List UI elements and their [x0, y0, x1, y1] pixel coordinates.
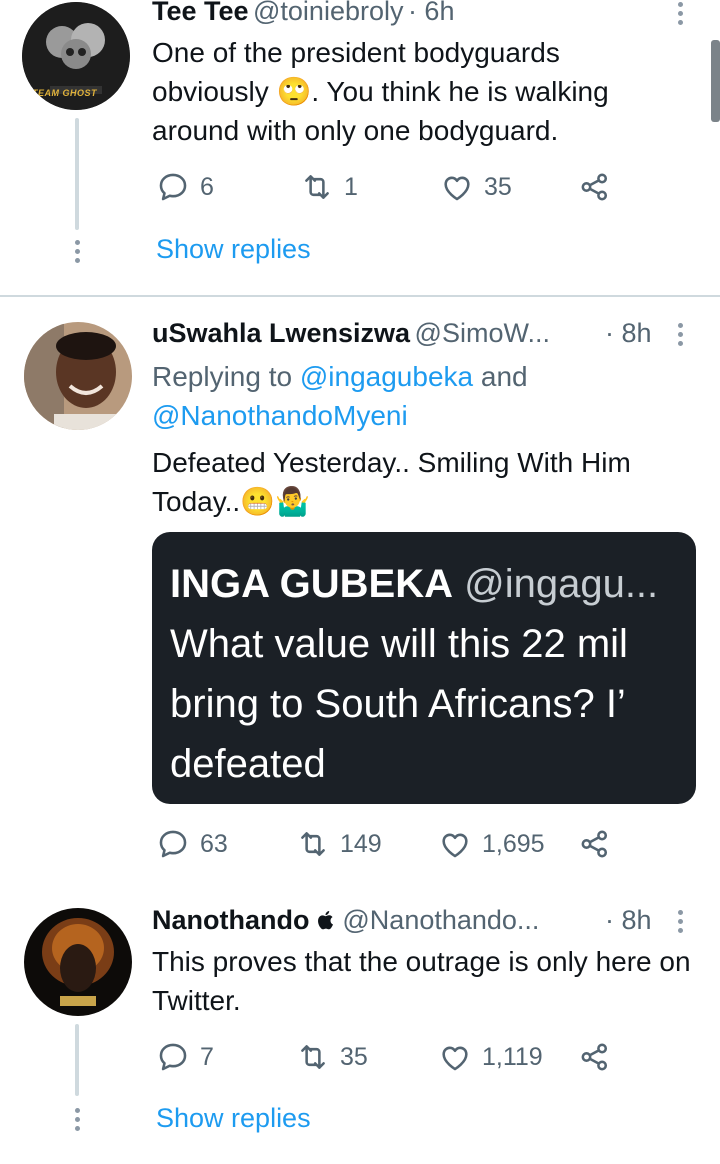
heart-icon [442, 833, 468, 858]
thread-more-dots-icon [75, 1108, 81, 1135]
thread-line [75, 118, 79, 230]
mention-nanothandomyeni[interactable]: @NanothandoMyeni [152, 400, 408, 431]
replying-prefix: Replying to [152, 361, 293, 392]
tweet-time[interactable]: · 8h [605, 905, 652, 936]
reply-icon [159, 173, 187, 201]
more-options-icon[interactable] [678, 323, 684, 350]
reply-button[interactable]: 6 [156, 170, 214, 204]
show-replies-link[interactable]: Show replies [156, 234, 311, 265]
tweet-time[interactable]: · 8h [605, 318, 652, 349]
quoted-tweet-image[interactable]: INGA GUBEKA @ingagu... What value will t… [152, 532, 696, 804]
replying-to: Replying to @ingagubeka and @NanothandoM… [152, 357, 672, 435]
reply-count: 63 [200, 829, 228, 858]
retweet-count: 149 [340, 829, 382, 858]
retweet-icon [301, 1045, 325, 1069]
share-button[interactable] [578, 170, 612, 204]
heart-icon [442, 1046, 468, 1071]
like-button[interactable]: 35 [440, 170, 512, 204]
tweet-text: This proves that the outrage is only her… [152, 946, 691, 1016]
reply-count: 6 [200, 172, 214, 201]
retweet-button[interactable]: 35 [296, 1040, 368, 1074]
profile-photo [24, 908, 132, 1016]
avatar-logo-text: TEAM GHOST [32, 88, 97, 98]
reply-count: 7 [200, 1042, 214, 1071]
share-icon [581, 1043, 608, 1071]
retweet-count: 1 [344, 172, 358, 201]
like-button[interactable]: 1,695 [438, 827, 545, 861]
author-name[interactable]: Tee Tee [152, 0, 249, 26]
share-icon [581, 830, 608, 858]
more-options-icon[interactable] [678, 2, 684, 29]
avatar-uswahla[interactable] [24, 322, 132, 430]
avatar-teetee[interactable]: TEAM GHOST [22, 2, 130, 110]
tweet-text: One of the president bodyguards obviousl… [152, 37, 609, 146]
like-button[interactable]: 1,119 [438, 1040, 543, 1074]
show-replies-link[interactable]: Show replies [156, 1103, 311, 1134]
tweet-text: Defeated Yesterday.. Smiling With Him To… [152, 447, 631, 517]
avatar-nanothando[interactable] [24, 908, 132, 1016]
share-icon [581, 173, 608, 201]
quoted-author-handle: @ingagu... [464, 562, 659, 606]
replying-and: and [480, 361, 528, 392]
retweet-count: 35 [340, 1042, 368, 1071]
apple-icon [317, 911, 333, 930]
quoted-tweet-text: What value will this 22 mil bring to Sou… [170, 622, 628, 786]
tweet-header: Tee Tee @toiniebroly · 6h [152, 0, 454, 27]
mention-ingagubeka[interactable]: @ingagubeka [300, 361, 473, 392]
profile-photo [24, 322, 132, 430]
retweet-button[interactable]: 149 [296, 827, 382, 861]
tweet-divider [0, 295, 720, 297]
heart-icon [444, 176, 470, 201]
author-name[interactable]: uSwahla Lwensizwa [152, 318, 410, 348]
author-handle[interactable]: @Nanothando... [342, 905, 539, 935]
scrollbar-thumb[interactable] [711, 40, 720, 122]
reply-icon [159, 830, 187, 858]
retweet-icon [301, 832, 325, 856]
tweet-header: uSwahla Lwensizwa @SimoW... [152, 318, 550, 349]
author-handle[interactable]: @toiniebroly [253, 0, 403, 26]
like-count: 1,695 [482, 829, 545, 858]
like-count: 1,119 [482, 1042, 543, 1071]
thread-more-dots-icon [75, 240, 81, 267]
like-count: 35 [484, 172, 512, 201]
more-options-icon[interactable] [678, 910, 684, 937]
retweet-icon [305, 175, 329, 199]
author-name[interactable]: Nanothando [152, 905, 309, 935]
reply-icon [159, 1043, 187, 1071]
author-handle[interactable]: @SimoW... [415, 318, 550, 348]
quoted-author-name: INGA GUBEKA [170, 562, 453, 606]
share-button[interactable] [578, 1040, 612, 1074]
share-button[interactable] [578, 827, 612, 861]
tweet-time[interactable]: · 6h [408, 0, 455, 26]
reply-button[interactable]: 7 [156, 1040, 214, 1074]
tweet-header: Nanothando @Nanothando... [152, 905, 539, 936]
reply-button[interactable]: 63 [156, 827, 228, 861]
retweet-button[interactable]: 1 [300, 170, 358, 204]
quoted-tweet-header: INGA GUBEKA @ingagu... [170, 554, 696, 614]
thread-line [75, 1024, 79, 1096]
